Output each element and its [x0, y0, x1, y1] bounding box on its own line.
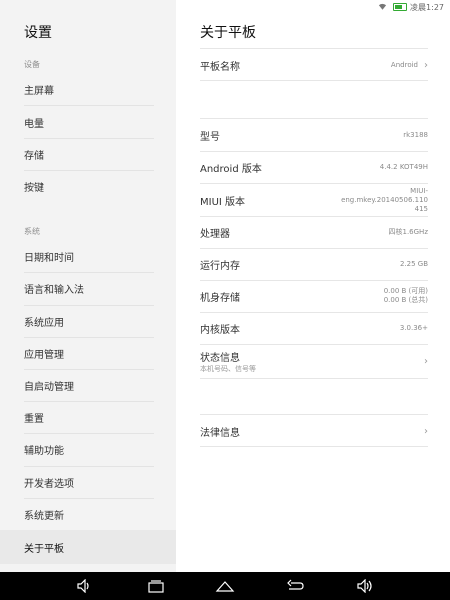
row-ram: 运行内存 2.25 GB	[200, 249, 428, 279]
back-button[interactable]	[284, 577, 306, 595]
sidebar-item-label: 关于平板	[24, 543, 64, 555]
sidebar-item-label: 系统应用	[24, 317, 64, 329]
sidebar-section-device: 设备	[24, 60, 40, 69]
recent-apps-button[interactable]	[145, 577, 167, 595]
sidebar-item-label: 自启动管理	[24, 381, 74, 393]
volume-down-button[interactable]	[74, 577, 96, 595]
row-android-version[interactable]: Android 版本 4.4.2 KOT49H	[200, 152, 428, 182]
value-line: 0.00 B (可用)	[383, 287, 428, 295]
row-storage: 机身存储 0.00 B (可用) 0.00 B (总共)	[200, 281, 428, 311]
row-value: 四核1.6GHz	[388, 227, 429, 236]
sidebar-item-home-screen[interactable]: 主屏幕	[0, 73, 176, 105]
row-value: Android	[390, 60, 418, 69]
value-line: MIUI-	[410, 186, 428, 195]
value-line: 0.00 B (总共)	[383, 296, 428, 304]
sidebar-item-label: 日期和时间	[24, 252, 74, 264]
row-label: 状态信息	[200, 352, 240, 364]
sidebar-item-system-update[interactable]: 系统更新	[0, 498, 176, 530]
row-miui-version: MIUI 版本 MIUI- eng.mkey.20140506.110 415	[200, 184, 428, 216]
row-label: Android 版本	[200, 163, 262, 175]
navigation-bar	[0, 572, 450, 600]
home-button[interactable]	[214, 577, 236, 595]
row-label: 法律信息	[200, 427, 240, 439]
divider	[200, 118, 428, 119]
page-title: 关于平板	[200, 25, 256, 41]
sidebar-item-label: 主屏幕	[24, 85, 54, 97]
sidebar-item-storage[interactable]: 存储	[0, 138, 176, 170]
sidebar-item-date-time[interactable]: 日期和时间	[0, 240, 176, 272]
value-line: 415	[414, 204, 428, 213]
row-label: 平板名称	[200, 61, 240, 73]
sidebar-item-label: 开发者选项	[24, 478, 74, 490]
settings-sidebar: 设置 设备 主屏幕 电量 存储 按键 系统 日期和时间 语言和输入法 系统应用 …	[0, 0, 176, 572]
row-value: 3.0.36+	[399, 323, 428, 332]
divider	[200, 414, 428, 415]
row-label: 型号	[200, 131, 220, 143]
sidebar-item-label: 系统更新	[24, 510, 64, 522]
divider	[200, 446, 428, 447]
row-sublabel: 本机号码、信号等	[200, 364, 256, 373]
row-value: 2.25 GB	[399, 259, 428, 268]
sidebar-title: 设置	[24, 25, 52, 41]
row-legal-info[interactable]: 法律信息 ›	[200, 416, 428, 446]
sidebar-item-label: 重置	[24, 413, 44, 425]
sidebar-item-about-tablet[interactable]: 关于平板	[0, 530, 176, 564]
value-line: eng.mkey.20140506.110	[341, 195, 428, 204]
chevron-right-icon: ›	[424, 425, 428, 437]
sidebar-item-developer-options[interactable]: 开发者选项	[0, 466, 176, 498]
row-label: MIUI 版本	[200, 196, 246, 208]
sidebar-item-label: 语言和输入法	[24, 284, 84, 296]
row-label: 机身存储	[200, 292, 240, 304]
sidebar-item-app-management[interactable]: 应用管理	[0, 337, 176, 369]
sidebar-item-system-apps[interactable]: 系统应用	[0, 305, 176, 337]
recent-apps-icon	[148, 580, 164, 593]
sidebar-item-label: 辅助功能	[24, 445, 64, 457]
speaker-icon	[77, 579, 89, 593]
sidebar-item-label: 按键	[24, 182, 44, 194]
row-label: 处理器	[200, 228, 230, 240]
row-value: rk3188	[403, 130, 428, 139]
sidebar-item-buttons[interactable]: 按键	[0, 170, 176, 202]
sidebar-item-reset[interactable]: 重置	[0, 401, 176, 433]
sidebar-section-system: 系统	[24, 227, 40, 236]
sidebar-item-label: 应用管理	[24, 349, 64, 361]
row-device-name[interactable]: 平板名称 Android ›	[200, 50, 428, 80]
sidebar-item-autostart[interactable]: 自启动管理	[0, 369, 176, 401]
chevron-right-icon: ›	[424, 355, 428, 367]
row-label: 运行内存	[200, 260, 240, 272]
sidebar-item-accessibility[interactable]: 辅助功能	[0, 433, 176, 465]
sidebar-item-label: 电量	[24, 118, 44, 130]
sidebar-item-battery[interactable]: 电量	[0, 106, 176, 138]
sidebar-item-label: 存储	[24, 150, 44, 162]
divider	[200, 48, 428, 49]
chevron-right-icon: ›	[424, 59, 428, 71]
volume-up-button[interactable]	[355, 577, 377, 595]
wifi-icon	[378, 3, 387, 10]
row-status-info[interactable]: 状态信息 本机号码、信号等 ›	[200, 345, 428, 377]
row-value-multiline: 0.00 B (可用) 0.00 B (总共)	[384, 287, 428, 305]
row-processor: 处理器 四核1.6GHz	[200, 217, 428, 247]
back-icon	[287, 579, 304, 590]
row-value: 4.4.2 KOT49H	[379, 162, 428, 171]
divider	[200, 80, 428, 81]
divider	[200, 378, 428, 379]
row-model: 型号 rk3188	[200, 120, 428, 150]
battery-icon	[393, 3, 408, 11]
home-icon	[215, 581, 235, 592]
row-kernel-version: 内核版本 3.0.36+	[200, 313, 428, 343]
status-time: 凌晨1:27	[410, 2, 444, 12]
row-label: 内核版本	[200, 324, 240, 336]
sidebar-item-language-input[interactable]: 语言和输入法	[0, 272, 176, 304]
speaker-loud-icon	[357, 579, 372, 593]
row-value-multiline: MIUI- eng.mkey.20140506.110 415	[341, 187, 428, 214]
